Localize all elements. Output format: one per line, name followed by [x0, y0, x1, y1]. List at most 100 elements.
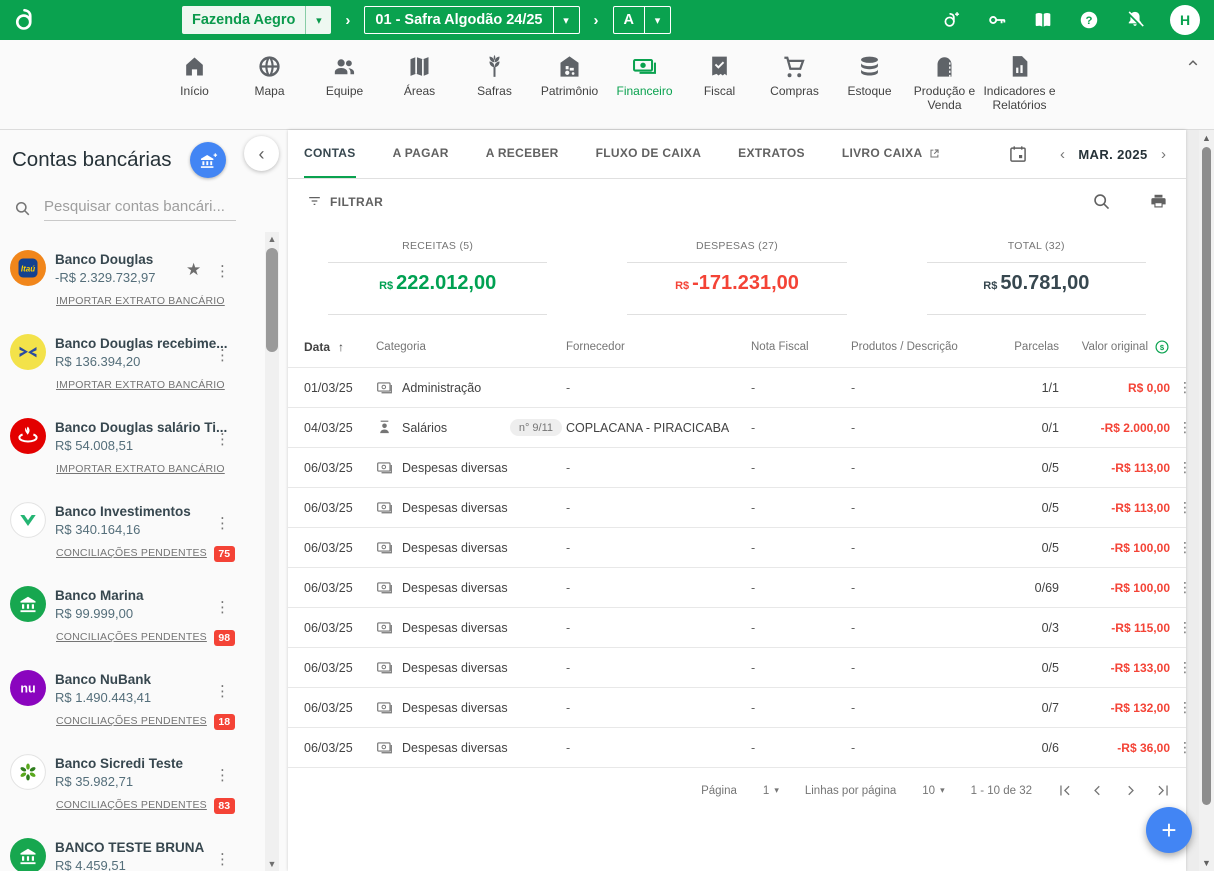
table-row[interactable]: 06/03/25Despesas diversas---0/5-R$ 113,0…: [288, 447, 1186, 487]
tab-a-receber[interactable]: A RECEBER: [486, 130, 559, 178]
row-kebab-icon[interactable]: ⋮: [1170, 419, 1200, 436]
table-row[interactable]: 06/03/25Despesas diversas---0/3-R$ 115,0…: [288, 607, 1186, 647]
column-categoria[interactable]: Categoria: [376, 341, 566, 353]
nav-item-compras[interactable]: Compras: [757, 53, 832, 129]
nav-item-safras[interactable]: Safras: [457, 53, 532, 129]
column-nota-fiscal[interactable]: Nota Fiscal: [751, 341, 851, 353]
star-icon[interactable]: ★: [186, 260, 201, 280]
row-kebab-icon[interactable]: ⋮: [1170, 579, 1200, 596]
account-action-link[interactable]: IMPORTAR EXTRATO BANCÁRIO: [56, 379, 225, 391]
column-data[interactable]: Data↑: [304, 340, 376, 354]
prev-page-icon[interactable]: [1089, 782, 1106, 799]
kebab-menu-icon[interactable]: ⋮: [215, 514, 230, 532]
add-bank-account-button[interactable]: [190, 142, 226, 178]
column-fornecedor[interactable]: Fornecedor: [566, 341, 751, 353]
bank-account-item[interactable]: ItaúBanco Douglas-R$ 2.329.732,97★⋮IMPOR…: [0, 242, 264, 326]
table-row[interactable]: 06/03/25Despesas diversas---0/5-R$ 133,0…: [288, 647, 1186, 687]
nav-item-producao[interactable]: Produção e Venda: [907, 53, 982, 129]
tab-extratos[interactable]: EXTRATOS: [738, 130, 805, 178]
nav-item-inicio[interactable]: Início: [157, 53, 232, 129]
kebab-menu-icon[interactable]: ⋮: [215, 850, 230, 868]
bank-account-item[interactable]: BANCO TESTE BRUNAR$ 4.459,51⋮: [0, 830, 264, 871]
account-action-link[interactable]: CONCILIAÇÕES PENDENTES: [56, 715, 207, 727]
collapse-nav-icon[interactable]: [1184, 54, 1202, 72]
add-transaction-fab[interactable]: +: [1146, 807, 1192, 853]
nav-item-indicadores[interactable]: Indicadores e Relatórios: [982, 53, 1057, 129]
caret-down-icon[interactable]: ▾: [305, 6, 331, 34]
scroll-down-icon[interactable]: ▼: [1199, 858, 1214, 868]
table-row[interactable]: 06/03/25Despesas diversas---0/5-R$ 100,0…: [288, 527, 1186, 567]
window-scrollbar-thumb[interactable]: [1202, 147, 1211, 805]
row-kebab-icon[interactable]: ⋮: [1170, 699, 1200, 716]
row-kebab-icon[interactable]: ⋮: [1170, 459, 1200, 476]
book-icon[interactable]: [1032, 9, 1054, 31]
scroll-up-icon[interactable]: ▲: [1199, 133, 1214, 143]
harvest-selector[interactable]: 01 - Safra Algodão 24/25 ▾: [364, 6, 579, 34]
row-kebab-icon[interactable]: ⋮: [1170, 539, 1200, 556]
farm-selector[interactable]: Fazenda Aegro ▾: [182, 6, 331, 34]
bank-account-item[interactable]: Banco MarinaR$ 99.999,00⋮CONCILIAÇÕES PE…: [0, 578, 264, 662]
window-scrollbar[interactable]: ▲ ▼: [1199, 130, 1214, 871]
sidebar-scrollbar-thumb[interactable]: [266, 248, 278, 352]
tab-fluxo-de-caixa[interactable]: FLUXO DE CAIXA: [596, 130, 702, 178]
table-row[interactable]: 04/03/25Saláriosn° 9/11COPLACANA - PIRAC…: [288, 407, 1186, 447]
column-valor-original[interactable]: Valor original $: [1059, 339, 1170, 355]
bank-account-item[interactable]: Banco Sicredi TesteR$ 35.982,71⋮CONCILIA…: [0, 746, 264, 830]
page-select[interactable]: 1▾: [763, 785, 779, 797]
kebab-menu-icon[interactable]: ⋮: [215, 262, 230, 280]
first-page-icon[interactable]: [1056, 782, 1073, 799]
sidebar-scrollbar[interactable]: ▲ ▼: [265, 232, 279, 871]
table-row[interactable]: 06/03/25Despesas diversas---0/69-R$ 100,…: [288, 567, 1186, 607]
print-icon[interactable]: [1149, 192, 1168, 211]
bank-account-item[interactable]: nuBanco NuBankR$ 1.490.443,41⋮CONCILIAÇÕ…: [0, 662, 264, 746]
kebab-menu-icon[interactable]: ⋮: [215, 682, 230, 700]
search-input[interactable]: [44, 196, 236, 221]
nav-item-estoque[interactable]: Estoque: [832, 53, 907, 129]
per-page-select[interactable]: 10▾: [922, 785, 944, 797]
row-kebab-icon[interactable]: ⋮: [1170, 739, 1200, 756]
bank-account-item[interactable]: Banco Douglas recebime...R$ 136.394,20⋮I…: [0, 326, 264, 410]
search-table-icon[interactable]: [1092, 192, 1111, 211]
scroll-down-icon[interactable]: ▼: [265, 859, 279, 869]
table-row[interactable]: 06/03/25Despesas diversas---0/5-R$ 113,0…: [288, 487, 1186, 527]
table-row[interactable]: 01/03/25Administração---1/1R$ 0,00⋮: [288, 367, 1186, 407]
account-action-link[interactable]: IMPORTAR EXTRATO BANCÁRIO: [56, 463, 225, 475]
tab-livro-caixa[interactable]: LIVRO CAIXA: [842, 130, 942, 178]
nav-item-patrimonio[interactable]: Patrimônio: [532, 53, 607, 129]
nav-item-mapa[interactable]: Mapa: [232, 53, 307, 129]
account-action-link[interactable]: IMPORTAR EXTRATO BANCÁRIO: [56, 295, 225, 307]
table-row[interactable]: 06/03/25Despesas diversas---0/6-R$ 36,00…: [288, 727, 1186, 767]
caret-down-icon[interactable]: ▾: [553, 7, 579, 33]
collapse-sidebar-button[interactable]: ‹: [244, 136, 279, 171]
aegro-add-icon[interactable]: [940, 9, 962, 31]
account-action-link[interactable]: CONCILIAÇÕES PENDENTES: [56, 799, 207, 811]
account-action-link[interactable]: CONCILIAÇÕES PENDENTES: [56, 547, 207, 559]
calendar-icon[interactable]: [1008, 144, 1028, 164]
nav-item-financeiro[interactable]: Financeiro: [607, 53, 682, 129]
last-page-icon[interactable]: [1155, 782, 1172, 799]
row-kebab-icon[interactable]: ⋮: [1170, 659, 1200, 676]
next-page-icon[interactable]: [1122, 782, 1139, 799]
filter-button[interactable]: FILTRAR: [306, 193, 383, 210]
table-row[interactable]: 06/03/25Despesas diversas---0/7-R$ 132,0…: [288, 687, 1186, 727]
scroll-up-icon[interactable]: ▲: [265, 234, 279, 244]
row-kebab-icon[interactable]: ⋮: [1170, 619, 1200, 636]
nav-item-equipe[interactable]: Equipe: [307, 53, 382, 129]
nav-item-fiscal[interactable]: Fiscal: [682, 53, 757, 129]
account-action-link[interactable]: CONCILIAÇÕES PENDENTES: [56, 631, 207, 643]
avatar[interactable]: H: [1170, 5, 1200, 35]
kebab-menu-icon[interactable]: ⋮: [215, 346, 230, 364]
notifications-off-icon[interactable]: [1124, 9, 1146, 31]
bank-account-item[interactable]: Banco InvestimentosR$ 340.164,16⋮CONCILI…: [0, 494, 264, 578]
field-selector[interactable]: A ▾: [613, 6, 671, 34]
nav-item-areas[interactable]: Áreas: [382, 53, 457, 129]
row-kebab-icon[interactable]: ⋮: [1170, 379, 1200, 396]
prev-month-button[interactable]: ‹: [1056, 146, 1069, 163]
kebab-menu-icon[interactable]: ⋮: [215, 598, 230, 616]
column-produtos[interactable]: Produtos / Descrição: [851, 341, 1001, 353]
next-month-button[interactable]: ›: [1157, 146, 1170, 163]
caret-down-icon[interactable]: ▾: [644, 7, 670, 33]
help-icon[interactable]: ?: [1078, 9, 1100, 31]
tab-contas[interactable]: CONTAS: [304, 130, 356, 178]
kebab-menu-icon[interactable]: ⋮: [215, 430, 230, 448]
